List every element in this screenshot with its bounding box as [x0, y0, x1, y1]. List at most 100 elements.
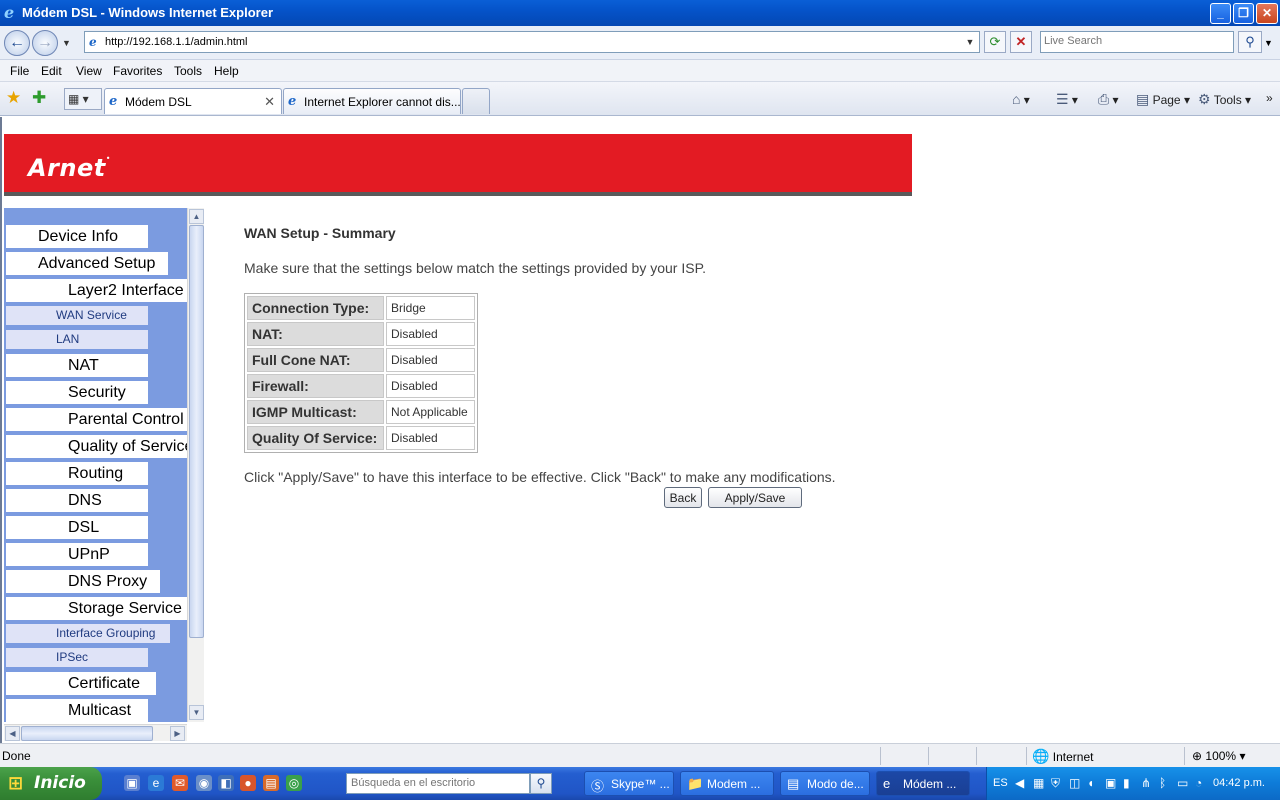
tab-modem-dsl[interactable]: e Módem DSL ✕: [104, 88, 282, 114]
quicklaunch-desktop-icon[interactable]: ▣: [124, 775, 140, 791]
live-search-input[interactable]: [1041, 32, 1231, 50]
tray-update-icon[interactable]: ◔: [1195, 776, 1202, 790]
add-favorite-icon[interactable]: ✚: [32, 88, 46, 108]
quicklaunch-app-icon[interactable]: ◧: [218, 775, 234, 791]
quicklaunch-chrome-icon[interactable]: ◎: [286, 775, 302, 791]
tray-signal-icon[interactable]: ▮: [1123, 776, 1130, 790]
vertical-scroll-thumb[interactable]: [189, 225, 204, 638]
quicklaunch-folder-icon[interactable]: ▤: [263, 775, 279, 791]
menu-view[interactable]: View: [76, 64, 102, 78]
tray-volume-icon[interactable]: ◖: [1087, 776, 1094, 790]
tray-device-icon[interactable]: ▣: [1105, 776, 1116, 790]
status-divider: [976, 747, 977, 765]
page-title: WAN Setup - Summary: [244, 225, 396, 241]
taskbar-item-modo-de[interactable]: ▤ Modo de...: [780, 771, 870, 796]
sidebar-item-security[interactable]: Security: [6, 381, 148, 404]
forward-nav-button[interactable]: →: [32, 30, 58, 56]
sidebar-item-certificate[interactable]: Certificate: [6, 672, 156, 695]
sidebar-item-interface-grouping[interactable]: Interface Grouping: [6, 624, 170, 643]
close-window-button[interactable]: ✕: [1256, 3, 1278, 24]
sidebar-item-upnp[interactable]: UPnP: [6, 543, 148, 566]
tray-security-icon[interactable]: ⛨: [1051, 776, 1060, 791]
close-tab-icon[interactable]: ✕: [264, 94, 275, 110]
sidebar-item-routing[interactable]: Routing: [6, 462, 148, 485]
more-commands-icon[interactable]: »: [1266, 91, 1273, 105]
quick-tabs-button[interactable]: ▦ ▾: [64, 88, 102, 110]
menu-help[interactable]: Help: [214, 64, 239, 78]
new-tab-button[interactable]: [462, 88, 490, 114]
sidebar-item-dns-proxy[interactable]: DNS Proxy: [6, 570, 160, 593]
page-content: Arnet• Device Info Advanced Setup Layer2…: [0, 117, 1280, 743]
menu-edit[interactable]: Edit: [41, 64, 62, 78]
scroll-down-icon[interactable]: ▼: [189, 705, 204, 720]
sidebar-item-layer2-interface[interactable]: Layer2 Interface: [6, 279, 187, 302]
quicklaunch-media-icon[interactable]: ◉: [196, 775, 212, 791]
apply-save-button[interactable]: Apply/Save: [708, 487, 802, 508]
menu-file[interactable]: File: [10, 64, 29, 78]
maximize-button[interactable]: ❐: [1233, 3, 1254, 24]
print-icon[interactable]: ⎙ ▾: [1098, 91, 1119, 108]
tray-wifi-icon[interactable]: ⋔: [1141, 776, 1151, 790]
back-button[interactable]: Back: [664, 487, 702, 508]
refresh-button[interactable]: ⟳: [984, 31, 1006, 53]
minimize-button[interactable]: _: [1210, 3, 1231, 24]
sidebar-item-dns[interactable]: DNS: [6, 489, 148, 512]
menu-favorites[interactable]: Favorites: [113, 64, 162, 78]
tray-monitor-icon[interactable]: ▭: [1177, 776, 1188, 790]
taskbar-item-modem-ie[interactable]: e Módem ...: [876, 771, 970, 796]
favorites-star-icon[interactable]: ★: [6, 88, 21, 108]
scroll-up-icon[interactable]: ▲: [189, 209, 204, 224]
tools-menu-button[interactable]: ⚙ Tools ▾: [1198, 91, 1251, 108]
sidebar-vertical-scrollbar[interactable]: ▲ ▼: [187, 208, 204, 722]
taskbar-item-modem-folder[interactable]: 📁 Modem ...: [680, 771, 774, 796]
sidebar-item-advanced-setup[interactable]: Advanced Setup: [6, 252, 168, 275]
tray-arrow-icon[interactable]: ◀: [1015, 776, 1024, 790]
sidebar-item-multicast[interactable]: Multicast: [6, 699, 148, 722]
stop-button[interactable]: ✕: [1010, 31, 1032, 53]
desktop-search-box[interactable]: [346, 773, 530, 794]
url-dropdown-icon[interactable]: ▼: [963, 34, 977, 50]
back-nav-button[interactable]: ←: [4, 30, 30, 56]
page-menu-button[interactable]: ▤ Page ▾: [1136, 91, 1190, 108]
sidebar-item-lan[interactable]: LAN: [6, 330, 148, 349]
sidebar-item-ipsec[interactable]: IPSec: [6, 648, 148, 667]
url-box[interactable]: e ▼: [84, 31, 980, 53]
tray-app-icon[interactable]: ◫: [1069, 776, 1080, 790]
taskbar-item-skype[interactable]: Ⓢ Skype™ ...: [584, 771, 674, 796]
security-zone[interactable]: 🌐 Internet: [1032, 748, 1093, 765]
sidebar-item-nat[interactable]: NAT: [6, 354, 148, 377]
search-icon[interactable]: ⚲: [1238, 31, 1262, 53]
live-search-box[interactable]: [1040, 31, 1234, 53]
wan-summary-table: Connection Type: Bridge NAT: Disabled Fu…: [244, 293, 478, 453]
search-options-dropdown-icon[interactable]: ▼: [1264, 38, 1273, 48]
zoom-level[interactable]: ⊕ 100% ▾: [1192, 749, 1245, 763]
start-button[interactable]: ⊞ Inicio: [0, 767, 102, 800]
sidebar-item-device-info[interactable]: Device Info: [6, 225, 148, 248]
home-icon[interactable]: ⌂ ▾: [1012, 91, 1030, 107]
horizontal-scroll-thumb[interactable]: [21, 726, 153, 741]
scroll-right-icon[interactable]: ▶: [170, 726, 185, 741]
sidebar-item-storage-service[interactable]: Storage Service: [6, 597, 187, 620]
quicklaunch-ie-icon[interactable]: e: [148, 775, 164, 791]
system-clock[interactable]: 04:42 p.m.: [1213, 777, 1265, 789]
recent-pages-dropdown-icon[interactable]: ▼: [62, 38, 71, 48]
scroll-left-icon[interactable]: ◀: [5, 726, 20, 741]
header-banner: Arnet•: [4, 134, 912, 196]
url-input[interactable]: [105, 34, 955, 50]
sidebar-horizontal-scrollbar[interactable]: ◀ ▶: [4, 724, 187, 741]
tab-ie-cannot-display[interactable]: e Internet Explorer cannot dis...: [283, 88, 461, 114]
quicklaunch-mail-icon[interactable]: ✉: [172, 775, 188, 791]
desktop-search-icon[interactable]: ⚲: [530, 773, 552, 794]
quicklaunch-firefox-icon[interactable]: ●: [240, 775, 256, 791]
tray-network-icon[interactable]: ▦: [1033, 776, 1044, 790]
tray-bluetooth-icon[interactable]: ᛒ: [1159, 776, 1166, 790]
sidebar-item-dsl[interactable]: DSL: [6, 516, 148, 539]
feeds-icon[interactable]: ☰ ▾: [1056, 91, 1078, 108]
desktop-search-input[interactable]: [347, 774, 527, 792]
window-titlebar[interactable]: e Módem DSL - Windows Internet Explorer …: [0, 0, 1280, 26]
language-indicator[interactable]: ES: [993, 777, 1008, 789]
sidebar-item-quality-of-service[interactable]: Quality of Service: [6, 435, 187, 458]
sidebar-item-wan-service[interactable]: WAN Service: [6, 306, 148, 325]
sidebar-item-parental-control[interactable]: Parental Control: [6, 408, 187, 431]
menu-tools[interactable]: Tools: [174, 64, 202, 78]
